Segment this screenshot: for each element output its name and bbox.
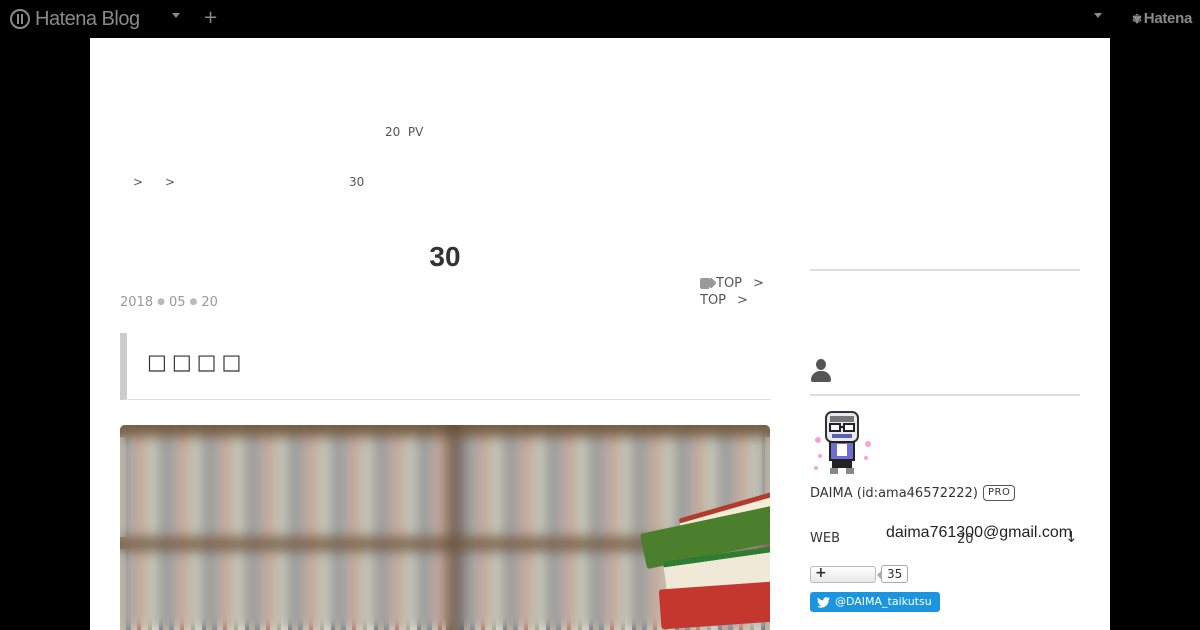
blog-stats: 20 PV (385, 125, 424, 139)
category-label: TOP (700, 293, 727, 308)
category-item[interactable]: TOP > (700, 275, 764, 292)
tag-icon (700, 278, 713, 289)
date-dot: ● (189, 297, 198, 307)
profile-avatar[interactable] (810, 410, 874, 476)
global-header: Hatena Blog + ✾ Hatena (0, 0, 1200, 38)
category-label: TOP (716, 276, 743, 291)
twitter-handle: @DAIMA_taikutsu (835, 595, 932, 608)
hero-image (120, 425, 770, 630)
breadcrumb-separator: > (133, 175, 144, 189)
date-day: 20 (201, 295, 218, 310)
hatena-brand-text: Hatena (1143, 10, 1193, 27)
hatena-blog-logo[interactable]: Hatena Blog (10, 7, 140, 31)
blog-menu-chevron-down-icon[interactable] (172, 13, 180, 18)
category-arrow: > (753, 276, 764, 291)
breadcrumb-current[interactable]: 30 (349, 175, 364, 189)
hatena-mark-icon: ✾ (1132, 11, 1142, 26)
contact-email[interactable]: daima761300@gmail.com (886, 524, 1072, 542)
hatena-brand-link[interactable]: ✾ Hatena (1132, 10, 1192, 27)
follow-button[interactable]: + (810, 565, 876, 583)
profile-name[interactable]: DAIMA (id:ama46572222) (810, 486, 978, 501)
category-item[interactable]: TOP > (700, 292, 764, 309)
sidebar-divider (810, 269, 1080, 271)
add-post-button[interactable]: + (203, 8, 218, 28)
twitter-follow-button[interactable]: @DAIMA_taikutsu (810, 592, 940, 612)
breadcrumb-separator: > (165, 175, 176, 189)
date-year: 2018 (120, 295, 154, 310)
pro-badge: PRO (983, 485, 1016, 501)
logo-text: Hatena Blog (35, 7, 140, 30)
book-shape (658, 580, 770, 630)
date-dot: ● (157, 297, 165, 307)
date-month: 05 (168, 295, 186, 310)
web-label: WEB (810, 531, 840, 546)
plus-icon: + (815, 565, 827, 581)
article-date[interactable]: 2018 ● 05 ● 20 (120, 295, 218, 310)
article-title[interactable]: 30 (120, 241, 770, 273)
user-icon (810, 359, 832, 383)
account-menu-chevron-down-icon[interactable] (1094, 13, 1102, 18)
down-arrow-icon: ↓ (1065, 528, 1078, 546)
hatena-logo-icon (10, 9, 30, 29)
category-list: TOP > TOP > (700, 275, 764, 309)
section-heading: □□□□ (120, 333, 770, 400)
twitter-bird-icon (817, 596, 830, 608)
category-arrow: > (737, 293, 748, 308)
blog-page: 20 PV > > 30 30 2018 ● 05 ● 20 TOP > TOP > □… (90, 38, 1110, 630)
sidebar-divider (810, 394, 1080, 396)
section-heading-text: □□□□ (147, 350, 247, 374)
follower-count[interactable]: 35 (876, 565, 909, 583)
